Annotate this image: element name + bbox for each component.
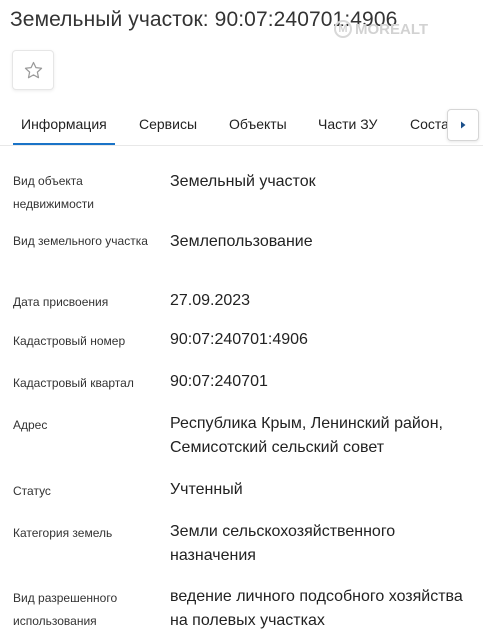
info-value: 90:07:240701 (170, 373, 268, 390)
watermark: M MOREALT (334, 20, 428, 38)
tab-land-parts[interactable]: Части ЗУ (318, 116, 377, 132)
info-label: Категория земель (13, 526, 113, 540)
tab-services[interactable]: Сервисы (139, 116, 197, 132)
watermark-logo-icon: M (334, 20, 352, 38)
info-value: Учтенный (170, 481, 243, 498)
tab-objects[interactable]: Объекты (229, 116, 287, 132)
info-label: Адрес (13, 418, 48, 432)
tab-composition[interactable]: Соста (410, 116, 449, 132)
watermark-text: MOREALT (355, 20, 429, 38)
info-label: Дата присвоения (13, 295, 109, 309)
info-label: Статус (13, 484, 51, 498)
tab-information[interactable]: Информация (13, 116, 115, 145)
info-label: Вид объекта недвижимости (13, 174, 94, 211)
info-value: 27.09.2023 (170, 292, 251, 309)
info-value: Земельный участок (170, 173, 316, 190)
info-label: Вид земельного участка (13, 234, 148, 248)
info-value: Республика Крым, Ленинский район, Семисо… (170, 415, 443, 456)
chevron-right-icon (461, 121, 466, 129)
star-icon (24, 61, 42, 78)
info-label: Кадастровый номер (13, 334, 126, 348)
tabs-scroll-right-button[interactable] (447, 109, 479, 141)
tab-bar: Информация Сервисы Объекты Части ЗУ Сост… (0, 100, 483, 146)
info-label: Кадастровый квартал (13, 376, 134, 390)
info-value: 90:07:240701:4906 (170, 331, 308, 348)
info-value: Земли сельскохозяйственного назначения (170, 523, 396, 564)
info-value: Землепользование (170, 233, 313, 250)
info-label: Вид разрешенного использования (13, 591, 118, 628)
info-value: ведение личного подсобного хозяйства на … (170, 588, 463, 629)
favorite-button[interactable] (12, 50, 54, 90)
